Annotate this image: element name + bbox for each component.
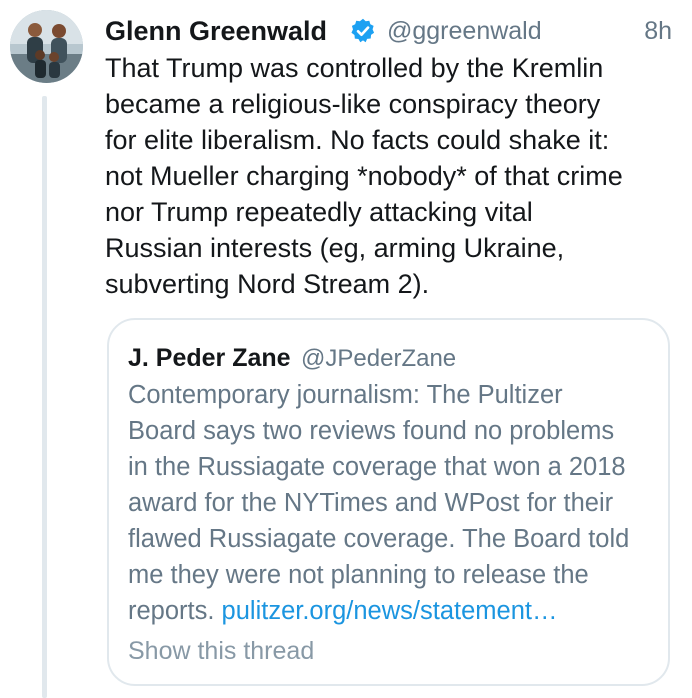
show-thread-link[interactable]: Show this thread [128,637,314,666]
tweet-text-line: not Mueller charging *nobody* of that cr… [105,161,623,191]
verified-badge-icon [351,18,375,43]
tweet-timestamp[interactable]: 8h [644,17,672,46]
quoted-text-line: in the Russiagate coverage that won a 20… [128,453,626,481]
thread-connector-line [42,96,47,698]
tweet-text: That Trump was controlled by the Kremlin… [105,50,685,302]
avatar[interactable] [10,10,83,83]
quoted-tweet-header: J. Peder Zane @JPederZane [128,344,456,373]
quoted-text-last-line: reports. pulitzer.org/news/statement… [128,593,658,629]
tweet-text-line: That Trump was controlled by the Kremlin [105,53,604,83]
quoted-text-line: me they were not planning to release the [128,561,589,589]
author-name[interactable]: Glenn Greenwald [105,16,327,47]
quoted-text-line-end: reports. [128,597,215,625]
tweet-header: Glenn Greenwald @ggreenwald 8h [105,14,680,50]
quoted-author-handle: @JPederZane [301,345,457,372]
quoted-author-name: J. Peder Zane [128,344,291,372]
quoted-text-line: Contemporary journalism: The Pultizer [128,381,563,409]
tweet-text-line: Russian interests (eg, arming Ukraine, [105,233,565,263]
quoted-text-line: Board says two reviews found no problems [128,417,615,445]
profile-photo-icon [10,10,83,83]
tweet[interactable]: Glenn Greenwald @ggreenwald 8h That Trum… [0,0,692,698]
tweet-text-line: became a religious-like conspiracy theor… [105,89,601,119]
quoted-tweet-card[interactable]: J. Peder Zane @JPederZane Contemporary j… [107,318,670,686]
quoted-text-line: flawed Russiagate coverage. The Board to… [128,525,630,553]
tweet-text-line: nor Trump repeatedly attacking vital [105,197,533,227]
tweet-text-line: subverting Nord Stream 2). [105,269,430,299]
quoted-text-line: award for the NYTimes and WPost for thei… [128,489,614,517]
quoted-tweet-text: Contemporary journalism: The Pultizer Bo… [128,377,658,629]
tweet-text-line: for elite liberalism. No facts could sha… [105,125,610,155]
quoted-link[interactable]: pulitzer.org/news/statement… [222,597,558,625]
author-handle[interactable]: @ggreenwald [387,17,542,46]
